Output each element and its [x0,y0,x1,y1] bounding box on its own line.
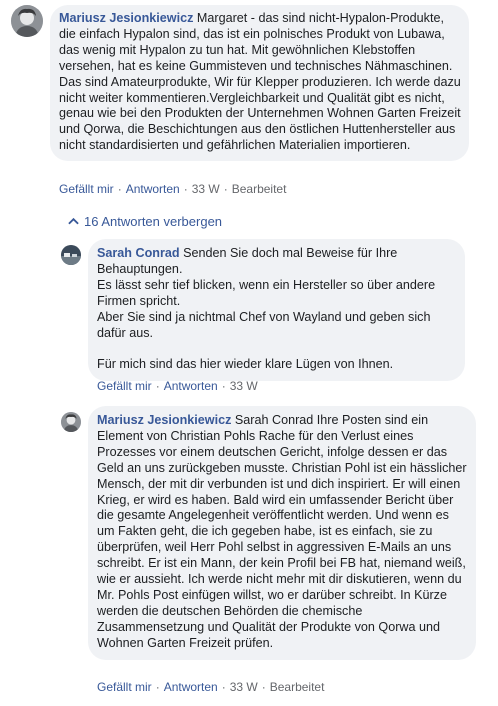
comment-text: Margaret - das sind nicht-Hypalon-Produk… [59,11,465,153]
comment-actions: Gefällt mir · Antworten · 33 W · Bearbeitet [59,182,286,196]
comment-actions: Gefällt mir · Antworten · 33 W · Bearbeitet [97,680,324,694]
comment-text: Sarah Conrad Ihre Posten sind ein Elemen… [97,413,471,650]
separator: · [221,680,226,694]
separator: · [155,680,160,694]
comment-bubble: Mariusz Jesionkiewicz Sarah Conrad Ihre … [88,406,476,660]
comment-author[interactable]: Mariusz Jesionkiewicz [97,413,231,427]
separator: · [261,680,266,694]
comment-text: Senden Sie doch mal Beweise für Ihre Beh… [97,246,436,372]
comment-bubble: Sarah Conrad Senden Sie doch mal Beweise… [88,239,465,382]
avatar-photo-icon [61,412,81,432]
reply-button[interactable]: Antworten [126,182,180,196]
like-button[interactable]: Gefällt mir [97,379,152,393]
separator: · [183,182,188,196]
timestamp[interactable]: 33 W [230,379,258,393]
comment-author[interactable]: Mariusz Jesionkiewicz [59,11,193,25]
avatar[interactable] [11,5,43,37]
like-button[interactable]: Gefällt mir [59,182,114,196]
edited-label[interactable]: Bearbeitet [232,182,287,196]
separator: · [155,379,160,393]
chevron-up-icon [68,216,80,228]
timestamp[interactable]: 33 W [192,182,220,196]
avatar-photo-icon [11,5,43,37]
timestamp[interactable]: 33 W [230,680,258,694]
reply-button[interactable]: Antworten [164,680,218,694]
separator: · [221,379,226,393]
avatar[interactable] [61,245,81,265]
avatar[interactable] [61,412,81,432]
comment-author[interactable]: Sarah Conrad [97,246,180,260]
separator: · [223,182,228,196]
hide-replies-label: 16 Antworten verbergen [84,214,223,229]
reply-button[interactable]: Antworten [164,379,218,393]
hide-replies-toggle[interactable]: 16 Antworten verbergen [68,214,222,229]
avatar-photo-icon [61,245,81,265]
edited-label[interactable]: Bearbeitet [270,680,325,694]
separator: · [117,182,122,196]
comment-bubble: Mariusz Jesionkiewicz Margaret - das sin… [50,5,469,162]
comment-actions: Gefällt mir · Antworten · 33 W [97,379,258,393]
like-button[interactable]: Gefällt mir [97,680,152,694]
